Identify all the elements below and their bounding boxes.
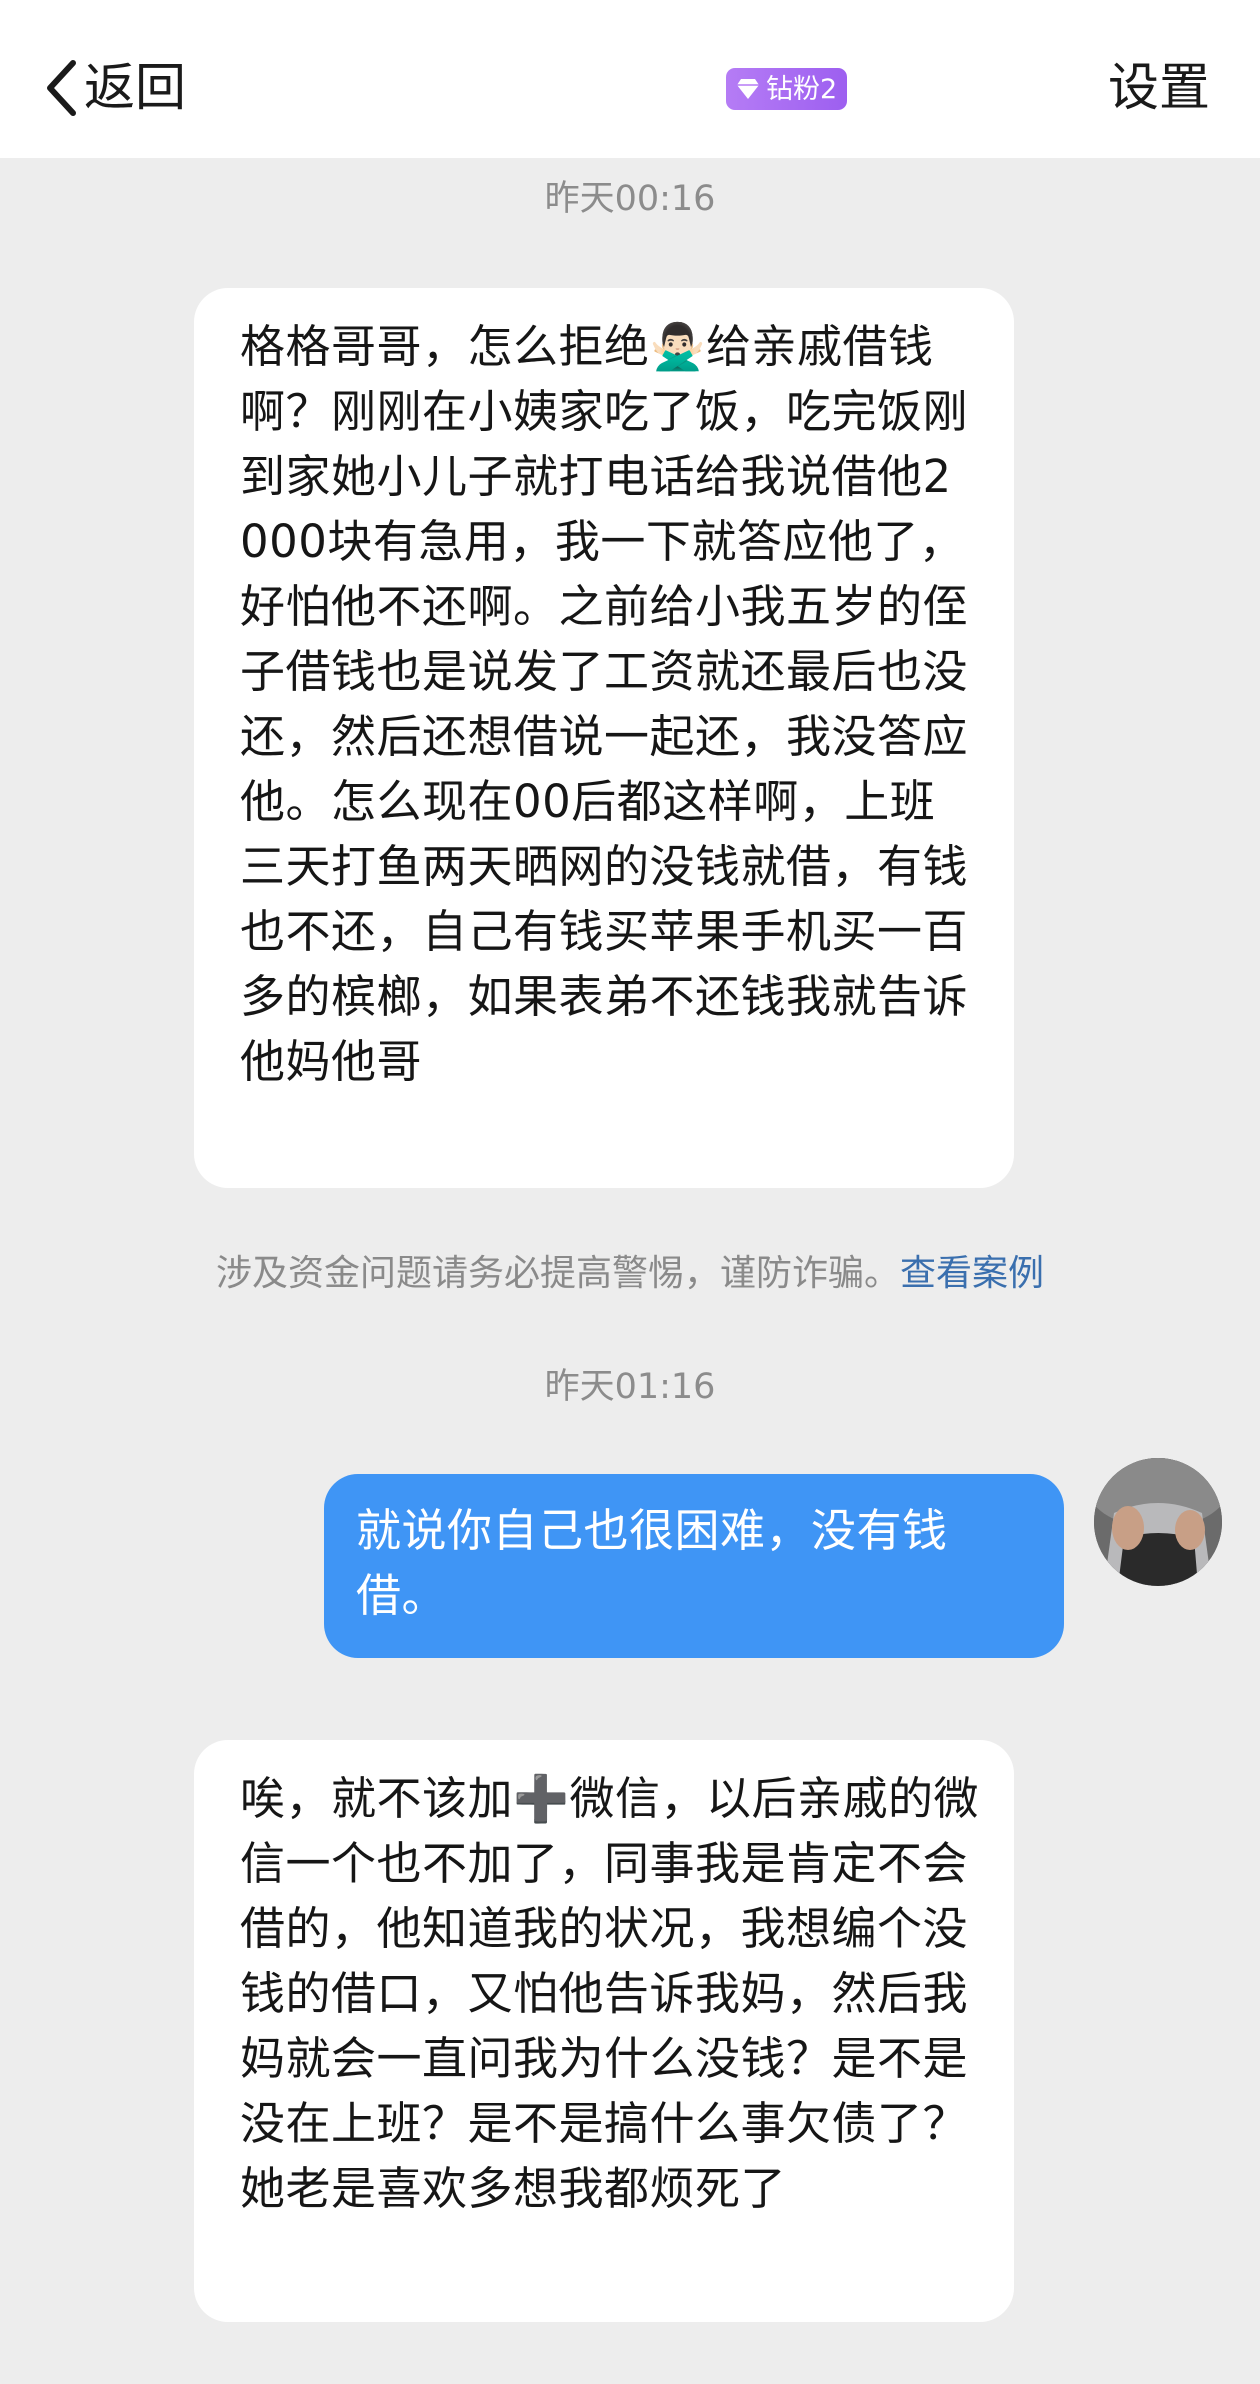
badge-label: 钻粉2	[766, 73, 838, 105]
top-navigation-bar: 返回 钻粉2 设置	[0, 0, 1260, 158]
chevron-left-icon	[47, 60, 76, 116]
message-timestamp: 昨天01:16	[544, 1367, 716, 1407]
view-cases-link[interactable]: 查看案例	[900, 1253, 1044, 1294]
back-label: 返回	[84, 58, 187, 118]
incoming-message-bubble[interactable]: 格格哥哥，怎么拒绝🙅🏻‍♂️给亲戚借钱啊？刚刚在小姨家吃了饭，吃完饭刚到家她小儿…	[194, 288, 1014, 1188]
fraud-warning-text: 涉及资金问题请务必提高警惕，谨防诈骗。	[215, 1253, 900, 1294]
fraud-warning: 涉及资金问题请务必提高警惕，谨防诈骗。查看案例	[0, 1252, 1260, 1295]
incoming-message-bubble[interactable]: 唉，就不该加➕微信，以后亲戚的微信一个也不加了，同事我是肯定不会借的，他知道我的…	[194, 1740, 1014, 2322]
diamond-icon	[737, 79, 759, 99]
back-button[interactable]: 返回	[44, 48, 186, 128]
user-avatar[interactable]	[1094, 1458, 1222, 1586]
settings-button[interactable]: 设置	[1108, 58, 1210, 119]
message-timestamp: 昨天00:16	[544, 179, 716, 219]
outgoing-message-bubble[interactable]: 就说你自己也很困难，没有钱借。	[324, 1474, 1064, 1658]
fan-level-badge[interactable]: 钻粉2	[726, 68, 848, 110]
